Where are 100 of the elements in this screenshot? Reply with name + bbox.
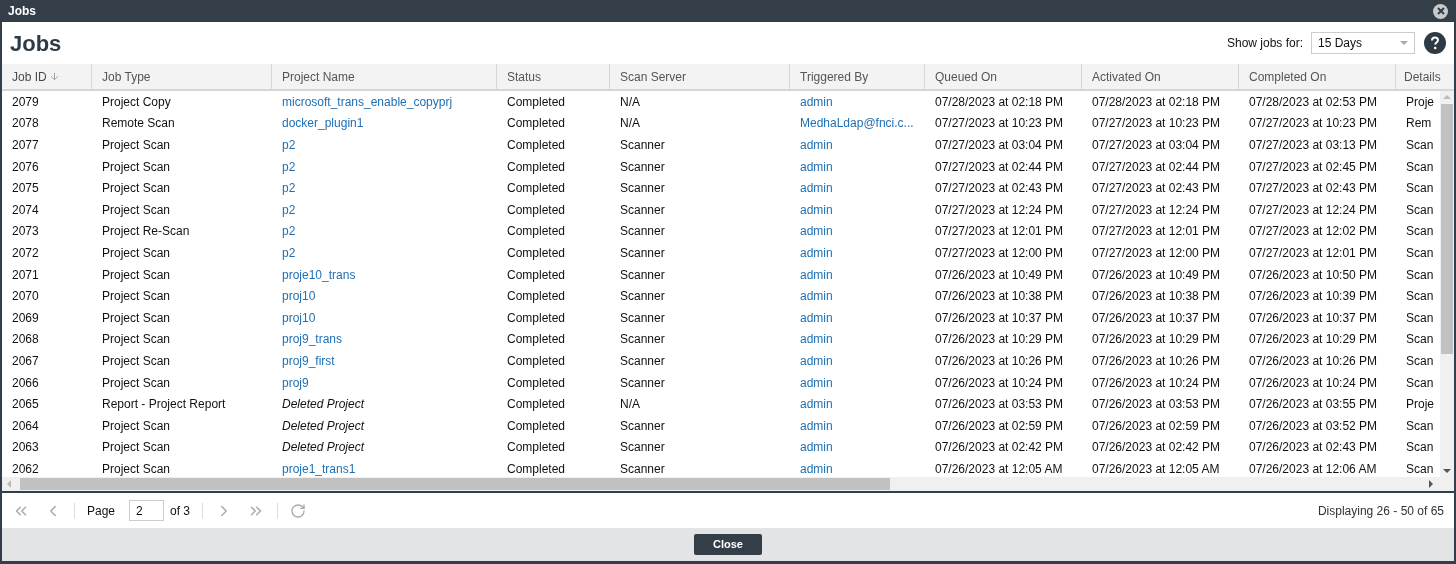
page-field[interactable]: 2 <box>129 500 165 521</box>
project-link[interactable]: microsoft_trans_enable_copyprj <box>282 92 453 111</box>
table-cell-text: Completed <box>507 115 566 133</box>
table-cell-text: Completed <box>507 374 566 392</box>
table-cell-text: 07/26/2023 at 12:05 AM <box>1092 460 1220 478</box>
table-cell-text: Completed <box>507 352 566 370</box>
table-cell-text: 2064 <box>12 417 39 435</box>
caret-icon <box>1400 41 1408 45</box>
user-link[interactable]: MedhaLdap@fnci.c... <box>800 114 914 133</box>
scroll-down-icon[interactable] <box>1443 468 1451 474</box>
user-link[interactable]: admin <box>800 459 833 478</box>
user-link[interactable]: admin <box>800 373 833 392</box>
project-link[interactable]: p2 <box>282 243 296 262</box>
user-link[interactable]: admin <box>800 200 833 219</box>
column-header[interactable]: Queued On <box>925 64 1082 89</box>
table-cell-text: 07/26/2023 at 10:49 PM <box>935 266 1064 284</box>
user-link[interactable]: admin <box>800 438 833 457</box>
table-cell-text: 07/27/2023 at 02:43 PM <box>1092 180 1221 198</box>
table-cell-text: 07/26/2023 at 02:42 PM <box>1092 439 1221 457</box>
refresh-icon[interactable] <box>290 502 307 519</box>
project-link[interactable]: proj10 <box>282 287 316 306</box>
table-cell-text: Completed <box>507 396 566 414</box>
table-cell-text: 2079 <box>12 93 39 111</box>
table-cell-text: Scanner <box>620 180 665 198</box>
table-cell-text: 2071 <box>12 266 39 284</box>
user-link[interactable]: admin <box>800 136 833 154</box>
project-link[interactable]: proje10_trans <box>282 265 356 284</box>
scroll-right-icon[interactable] <box>1428 480 1434 488</box>
project-link[interactable]: p2 <box>282 136 296 154</box>
user-link[interactable]: admin <box>800 308 833 327</box>
horizontal-scrollbar[interactable] <box>2 477 1454 491</box>
column-header[interactable]: Scan Server <box>610 64 790 89</box>
column-header[interactable]: Status <box>497 64 610 89</box>
table-cell-text: Scan <box>1406 180 1434 198</box>
table-cell-text: 07/26/2023 at 12:06 AM <box>1249 460 1377 478</box>
table-cell-text: 07/27/2023 at 12:24 PM <box>1092 201 1221 219</box>
project-link[interactable]: proje1_trans1 <box>282 459 356 478</box>
close-button[interactable]: Close <box>694 534 762 555</box>
days-dropdown[interactable]: 15 Days <box>1311 32 1415 54</box>
table-cell-text: 2066 <box>12 374 39 392</box>
table-cell-text: Project Scan <box>102 417 171 435</box>
table-cell-text: Scanner <box>620 331 665 349</box>
user-link[interactable]: admin <box>800 222 833 241</box>
table-cell-text: Scan <box>1406 266 1434 284</box>
user-link[interactable]: admin <box>800 351 833 370</box>
project-link[interactable]: proj9 <box>282 373 309 392</box>
table-cell-text: Completed <box>507 158 566 176</box>
table-cell-text: 2063 <box>12 439 39 457</box>
user-link[interactable]: admin <box>800 265 833 284</box>
table-cell-text: Project Scan <box>102 137 171 154</box>
user-link[interactable]: admin <box>800 92 833 111</box>
column-header[interactable]: Triggered By <box>790 64 925 89</box>
table-cell-text: Scan <box>1406 374 1434 392</box>
table-cell-text: Project Scan <box>102 374 171 392</box>
table-cell-text: 2077 <box>12 137 39 154</box>
table-cell-text: 07/27/2023 at 03:13 PM <box>1249 137 1378 154</box>
table-cell-text: Scan <box>1406 158 1434 176</box>
scroll-left-icon[interactable] <box>6 480 12 488</box>
table-cell-text: Scan <box>1406 137 1434 154</box>
user-link[interactable]: admin <box>800 395 833 414</box>
table-cell-text: Scan <box>1406 288 1434 306</box>
user-link[interactable]: admin <box>800 157 833 176</box>
window-title: Jobs <box>8 3 36 20</box>
project-link[interactable]: p2 <box>282 157 296 176</box>
project-link[interactable]: proj10 <box>282 308 316 327</box>
table-cell-text: 07/27/2023 at 02:43 PM <box>935 180 1064 198</box>
vertical-scrollbar[interactable] <box>1440 91 1454 477</box>
table-cell-text: 07/27/2023 at 03:04 PM <box>1092 137 1221 154</box>
table-cell-text: 07/26/2023 at 10:26 PM <box>935 352 1064 370</box>
table-cell-text: 07/26/2023 at 10:37 PM <box>1092 309 1221 327</box>
project-link[interactable]: proj9_trans <box>282 330 343 349</box>
table-cell-text: 07/26/2023 at 12:05 AM <box>935 460 1063 478</box>
user-link[interactable]: admin <box>800 243 833 262</box>
table-cell-text: Scan <box>1406 244 1434 262</box>
table-cell-text: 07/26/2023 at 03:52 PM <box>1249 417 1378 435</box>
column-header[interactable]: Activated On <box>1082 64 1239 89</box>
project-link[interactable]: p2 <box>282 179 296 198</box>
scroll-up-icon[interactable] <box>1443 94 1451 100</box>
table-cell-text: Project Scan <box>102 180 171 198</box>
table-cell-text: 07/26/2023 at 10:37 PM <box>935 309 1064 327</box>
filter-label: Show jobs for: <box>1226 35 1303 52</box>
project-link[interactable]: p2 <box>282 200 296 219</box>
user-link[interactable]: admin <box>800 179 833 198</box>
user-link[interactable]: admin <box>800 287 833 306</box>
column-header[interactable]: Details <box>1396 64 1448 89</box>
table-cell-text: 07/26/2023 at 03:55 PM <box>1249 396 1378 414</box>
column-header[interactable]: Job ID <box>2 64 92 89</box>
close-icon[interactable] <box>1433 3 1448 19</box>
project-link[interactable]: proj9_first <box>282 351 335 370</box>
column-header[interactable]: Job Type <box>92 64 272 89</box>
table-cell-text: 07/26/2023 at 02:42 PM <box>935 439 1064 457</box>
user-link[interactable]: admin <box>800 416 833 435</box>
table-cell-text: Project Scan <box>102 266 171 284</box>
column-header[interactable]: Completed On <box>1239 64 1396 89</box>
help-icon[interactable] <box>1424 32 1446 54</box>
project-link[interactable]: docker_plugin1 <box>282 114 364 133</box>
table-cell-text: Scanner <box>620 439 665 457</box>
user-link[interactable]: admin <box>800 330 833 349</box>
project-link[interactable]: p2 <box>282 222 296 241</box>
column-header[interactable]: Project Name <box>272 64 497 89</box>
